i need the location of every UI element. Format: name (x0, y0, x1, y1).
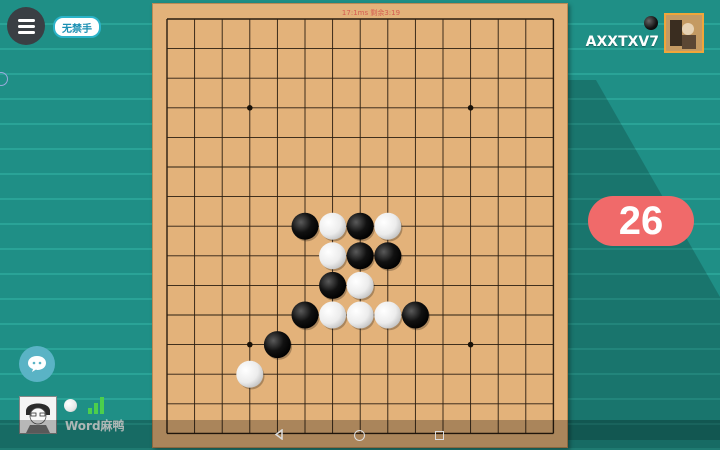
black-stone (291, 301, 319, 329)
home-icon[interactable] (354, 430, 365, 441)
star-point (467, 105, 474, 111)
move-counter: 26 (588, 196, 694, 246)
white-stone (374, 301, 402, 329)
game-board[interactable]: 17:1ms 剩余3:19 (152, 3, 568, 448)
black-stone (374, 242, 402, 270)
hamburger-menu-icon (17, 16, 35, 37)
back-icon[interactable] (274, 429, 284, 440)
avatar-image-icon (666, 15, 702, 51)
black-stone (263, 331, 291, 359)
white-stone (346, 301, 374, 329)
chat-bubble-icon (28, 356, 46, 372)
black-stone (319, 271, 347, 299)
rule-badge: 无禁手 (53, 16, 101, 38)
black-stone (346, 212, 374, 240)
star-point (247, 341, 253, 348)
white-stone (236, 360, 264, 388)
white-stone (319, 242, 347, 270)
white-stone (319, 212, 347, 240)
opponent-avatar[interactable] (664, 13, 704, 53)
white-stone (346, 271, 374, 299)
opponent-name: AXXTXV7 (585, 34, 659, 50)
white-stone (374, 212, 402, 240)
recent-apps-icon[interactable] (435, 431, 444, 440)
board-grid[interactable] (153, 4, 567, 447)
chat-button[interactable] (19, 346, 55, 382)
black-stone (346, 242, 374, 270)
white-stone (319, 301, 347, 329)
player-stone-icon (64, 399, 77, 412)
board-timer: 17:1ms 剩余3:19 (341, 9, 401, 17)
black-stone (291, 212, 319, 240)
star-point (467, 341, 474, 348)
menu-button[interactable] (7, 7, 45, 45)
black-stone (401, 301, 429, 329)
signal-strength-icon (88, 396, 110, 414)
opponent-stone-icon (644, 16, 658, 30)
star-point (247, 105, 253, 111)
